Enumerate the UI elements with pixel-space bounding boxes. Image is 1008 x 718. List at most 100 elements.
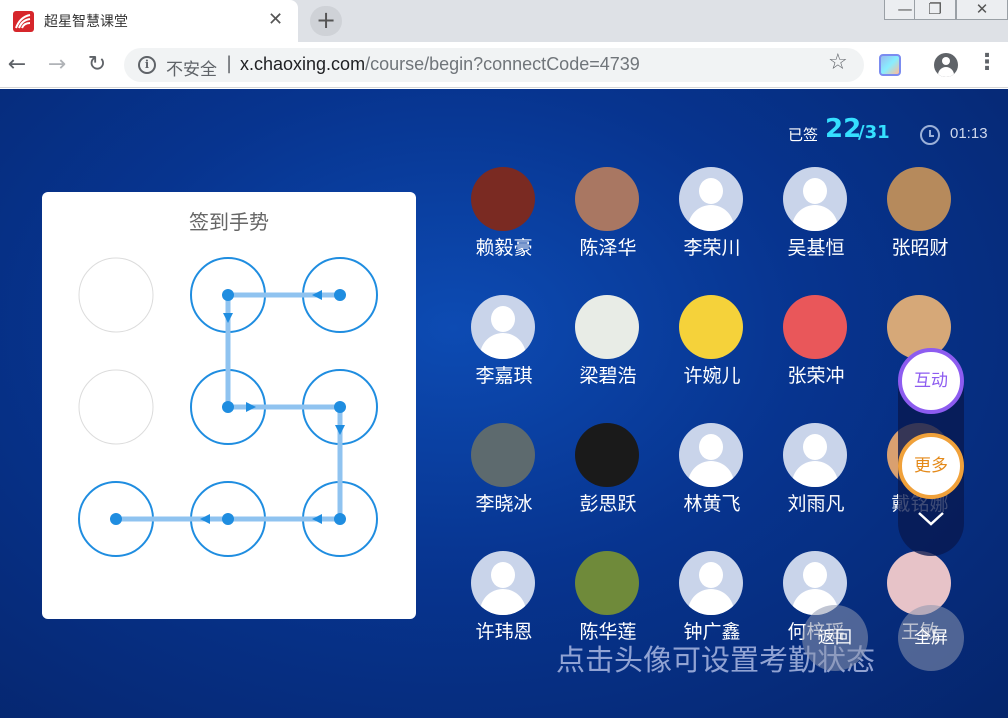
student-avatar[interactable] [471, 167, 535, 231]
signed-total: /31 [858, 122, 890, 143]
fullscreen-button[interactable]: 全屏 [898, 605, 964, 671]
gesture-dot [334, 289, 346, 301]
more-button[interactable]: 更多 [898, 433, 964, 499]
gesture-arrow [335, 425, 345, 435]
address-bar[interactable]: i 不安全 | x.chaoxing.com/course/begin?conn… [124, 48, 864, 82]
avatar-head-shape [803, 178, 827, 204]
url-separator: | [226, 53, 233, 74]
window-close-button[interactable]: ✕ [956, 0, 1008, 20]
student-item[interactable]: 许婉儿 [662, 295, 762, 405]
student-item[interactable]: 吴基恒 [766, 167, 866, 277]
classroom-stage: 已签 22 /31 01:13 签到手势 赖毅豪 陈泽华 李荣川 吴基恒 张昭财李嘉琪 梁… [0, 89, 1008, 718]
avatar-body-shape [480, 589, 526, 615]
student-avatar[interactable] [679, 295, 743, 359]
info-icon[interactable]: i [138, 56, 156, 74]
window-restore-button[interactable]: ❐ [914, 0, 956, 20]
student-item[interactable]: 梁碧浩 [558, 295, 658, 405]
student-name: 林黄飞 [683, 493, 741, 515]
reload-icon[interactable]: ↻ [84, 52, 110, 78]
student-avatar[interactable] [887, 167, 951, 231]
student-avatar[interactable] [471, 423, 535, 487]
student-item[interactable]: 林黄飞 [662, 423, 762, 533]
chaoxing-logo-icon [13, 11, 34, 32]
student-item[interactable]: 彭思跃 [558, 423, 658, 533]
gesture-arrow [312, 290, 322, 300]
student-name: 许玮恩 [475, 621, 533, 643]
student-item[interactable]: 李嘉琪 [454, 295, 554, 405]
student-item[interactable]: 李荣川 [662, 167, 762, 277]
tab-close-icon[interactable]: ✕ [268, 9, 283, 30]
student-name: 李晓冰 [475, 493, 533, 515]
student-item[interactable]: 刘雨凡 [766, 423, 866, 533]
browser-tab[interactable]: 超星智慧课堂 ✕ [0, 0, 298, 42]
avatar-body-shape [688, 205, 734, 231]
browser-toolbar: ← → ↻ i 不安全 | x.chaoxing.com/course/begi… [0, 42, 1008, 88]
avatar-body-shape [792, 461, 838, 487]
gesture-dot [110, 513, 122, 525]
student-avatar[interactable] [783, 423, 847, 487]
student-item[interactable]: 张昭财 [870, 167, 970, 277]
student-avatar[interactable] [471, 551, 535, 615]
student-name: 彭思跃 [579, 493, 637, 515]
student-name: 刘雨凡 [787, 493, 845, 515]
gesture-pattern [78, 257, 378, 557]
more-menu-icon[interactable]: ⋮ [976, 50, 998, 75]
avatar-head-shape [699, 178, 723, 204]
avatar-body-shape [688, 461, 734, 487]
student-avatar[interactable] [783, 295, 847, 359]
gesture-arrow [200, 514, 210, 524]
url-host: x.chaoxing.com [240, 54, 366, 74]
clock-icon [920, 125, 940, 145]
gesture-node [78, 369, 154, 445]
extension-icon[interactable] [879, 54, 901, 76]
avatar-head-shape [699, 562, 723, 588]
account-icon[interactable] [934, 53, 958, 77]
interact-button[interactable]: 互动 [898, 348, 964, 414]
avatar-head-shape [491, 562, 515, 588]
student-item[interactable]: 赖毅豪 [454, 167, 554, 277]
student-avatar[interactable] [887, 551, 951, 615]
gesture-card: 签到手势 [42, 192, 416, 619]
gesture-dot [334, 513, 346, 525]
student-avatar[interactable] [783, 167, 847, 231]
gesture-dot [222, 513, 234, 525]
avatar-head-shape [491, 306, 515, 332]
avatar-body-shape [792, 205, 838, 231]
gesture-arrow [223, 313, 233, 323]
signed-label: 已签 [788, 126, 819, 144]
student-avatar[interactable] [679, 551, 743, 615]
student-avatar[interactable] [679, 167, 743, 231]
signed-count: 22 [825, 114, 862, 144]
avatar-body-shape [688, 589, 734, 615]
timer: 01:13 [950, 125, 988, 142]
student-avatar[interactable] [575, 551, 639, 615]
student-name: 张昭财 [891, 237, 949, 259]
student-name: 吴基恒 [787, 237, 845, 259]
gesture-dot [222, 289, 234, 301]
student-avatar[interactable] [679, 423, 743, 487]
student-item[interactable]: 陈泽华 [558, 167, 658, 277]
insecure-label: 不安全 [166, 60, 217, 80]
avatar-head-shape [803, 562, 827, 588]
student-item[interactable]: 张荣冲 [766, 295, 866, 405]
gesture-dot [334, 401, 346, 413]
student-avatar[interactable] [575, 295, 639, 359]
student-item[interactable]: 许玮恩 [454, 551, 554, 661]
url-text[interactable]: x.chaoxing.com/course/begin?connectCode=… [240, 54, 640, 75]
student-item[interactable]: 李晓冰 [454, 423, 554, 533]
back-arrow-icon[interactable]: ← [4, 52, 30, 78]
student-name: 许婉儿 [683, 365, 741, 387]
chevron-down-icon[interactable] [917, 511, 945, 527]
gesture-node [78, 257, 154, 333]
new-tab-button[interactable]: + [310, 6, 342, 36]
gesture-arrow [246, 402, 256, 412]
student-name: 梁碧浩 [579, 365, 637, 387]
student-avatar[interactable] [471, 295, 535, 359]
url-path: /course/begin?connectCode=4739 [365, 54, 640, 74]
gesture-dot [222, 401, 234, 413]
student-avatar[interactable] [575, 167, 639, 231]
back-button[interactable]: 返回 [802, 605, 868, 671]
student-avatar[interactable] [575, 423, 639, 487]
forward-arrow-icon[interactable]: → [44, 52, 70, 78]
bookmark-star-icon[interactable]: ☆ [828, 50, 848, 75]
